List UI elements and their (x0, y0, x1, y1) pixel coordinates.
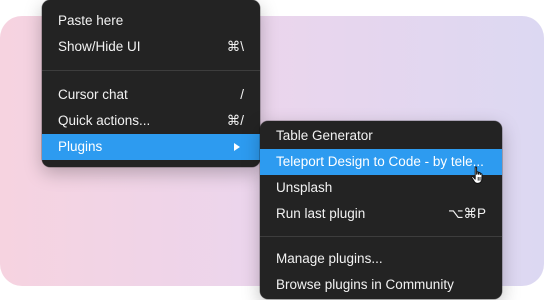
menu-item-label: Run last plugin (276, 206, 366, 221)
menu-item-quick-actions[interactable]: Quick actions... ⌘/ (42, 108, 260, 134)
menu-item-label: Show/Hide UI (58, 39, 141, 54)
menu-item-label: Manage plugins... (276, 251, 383, 266)
menu-item-shortcut: / (240, 87, 244, 102)
menu-item-label: Cursor chat (58, 87, 128, 102)
menu-item-show-hide-ui[interactable]: Show/Hide UI ⌘\ (42, 34, 260, 60)
submenu-item-table-generator[interactable]: Table Generator (260, 123, 502, 149)
menu-item-plugins[interactable]: Plugins (42, 134, 260, 160)
context-menu: Paste here Show/Hide UI ⌘\ Cursor chat /… (42, 0, 260, 167)
submenu-item-manage-plugins[interactable]: Manage plugins... (260, 246, 502, 272)
menu-item-shortcut: ⌘/ (226, 113, 244, 128)
submenu-item-browse-plugins[interactable]: Browse plugins in Community (260, 272, 502, 298)
menu-item-label: Quick actions... (58, 113, 151, 128)
submenu-item-run-last-plugin[interactable]: Run last plugin ⌥⌘P (260, 201, 502, 227)
menu-item-label: Unsplash (276, 180, 333, 195)
menu-item-label: Browse plugins in Community (276, 277, 454, 292)
menu-item-paste-here[interactable]: Paste here (42, 8, 260, 34)
menu-item-shortcut: ⌥⌘P (447, 206, 486, 221)
hand-pointer-icon (471, 166, 483, 184)
plugins-submenu: Table Generator Teleport Design to Code … (260, 121, 502, 299)
submenu-item-teleport[interactable]: Teleport Design to Code - by tele... (260, 149, 502, 175)
menu-item-label: Paste here (58, 13, 124, 28)
menu-item-label: Plugins (58, 139, 103, 154)
menu-item-label: Table Generator (276, 128, 373, 143)
menu-item-label: Teleport Design to Code - by tele... (276, 154, 484, 169)
menu-item-cursor-chat[interactable]: Cursor chat / (42, 82, 260, 108)
triangle-right-icon (234, 143, 240, 151)
menu-separator (42, 70, 260, 71)
submenu-item-unsplash[interactable]: Unsplash (260, 175, 502, 201)
stage: Paste here Show/Hide UI ⌘\ Cursor chat /… (0, 0, 544, 300)
menu-item-shortcut: ⌘\ (226, 39, 244, 54)
menu-separator (260, 236, 502, 237)
